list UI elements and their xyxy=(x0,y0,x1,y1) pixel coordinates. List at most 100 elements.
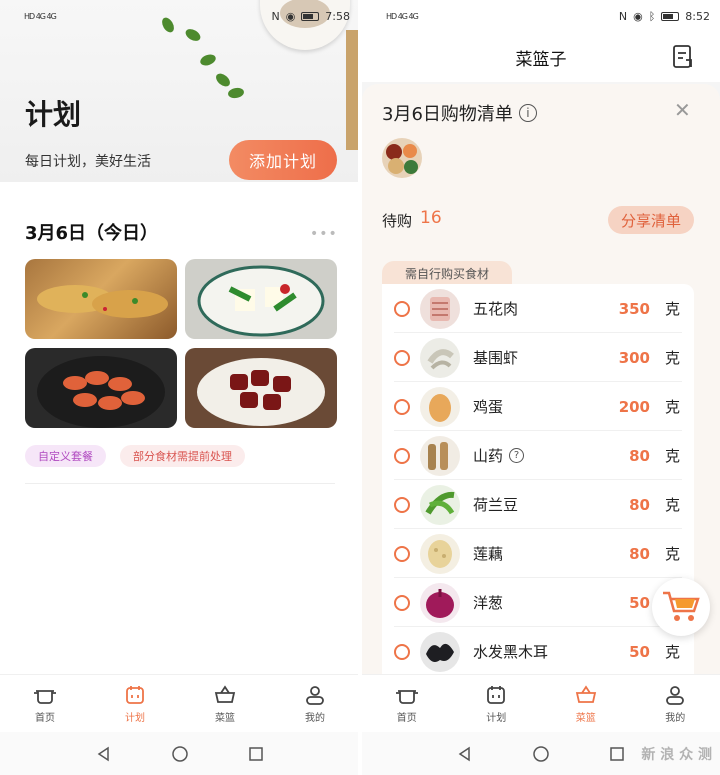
nav-label: 菜篮 xyxy=(215,713,235,724)
nav-label: 菜篮 xyxy=(575,713,596,724)
info-icon[interactable]: i xyxy=(518,104,537,122)
system-nav-bar xyxy=(0,732,360,775)
list-item[interactable]: 鸡蛋 200 克 xyxy=(382,382,694,431)
item-name: 基围虾 xyxy=(473,349,519,367)
more-dots-icon[interactable]: ••• xyxy=(310,226,338,242)
share-list-button[interactable]: 分享清单 xyxy=(608,206,694,234)
recents-icon[interactable] xyxy=(247,745,265,763)
item-name: 水发黑木耳 xyxy=(473,643,549,661)
nav-profile[interactable]: 我的 xyxy=(631,675,720,732)
nav-home[interactable]: 首页 xyxy=(0,675,90,732)
bluetooth-icon: ᛒ xyxy=(648,9,656,23)
recents-icon[interactable] xyxy=(608,745,626,763)
item-unit: 克 xyxy=(664,349,680,367)
shrimp-image xyxy=(420,337,460,378)
divider xyxy=(25,483,335,484)
item-unit: 克 xyxy=(664,496,680,514)
checkbox[interactable] xyxy=(394,447,410,464)
checkbox[interactable] xyxy=(394,496,410,513)
status-bar: HD 4G 4G N ◉ 7:58 xyxy=(0,0,360,32)
pot-icon xyxy=(34,690,56,704)
back-icon[interactable] xyxy=(95,745,113,763)
nav-home[interactable]: 首页 xyxy=(362,675,452,732)
item-unit: 克 xyxy=(664,545,680,563)
basket-icon xyxy=(214,685,236,703)
add-plan-button[interactable]: 添加计划 xyxy=(229,140,337,180)
watermark: 新 浪 众 测 xyxy=(641,747,712,763)
pork-belly-image xyxy=(420,288,460,329)
item-qty: 50 xyxy=(629,642,650,661)
list-item[interactable]: 山药? 80 克 xyxy=(382,431,694,480)
nav-basket[interactable]: 菜篮 xyxy=(180,675,270,732)
list-item[interactable]: 荷兰豆 80 克 xyxy=(382,480,694,529)
lotus-root-image xyxy=(420,533,460,574)
back-icon[interactable] xyxy=(456,745,474,763)
checkbox[interactable] xyxy=(394,398,410,415)
top-bar: 菜篮子 xyxy=(362,32,720,82)
checkbox[interactable] xyxy=(394,594,410,611)
nav-profile[interactable]: 我的 xyxy=(270,675,360,732)
page-title: 菜篮子 xyxy=(515,49,567,70)
bottom-nav: 首页 计划 菜篮 我的 xyxy=(362,674,720,732)
nav-label: 计划 xyxy=(486,713,507,724)
checkbox[interactable] xyxy=(394,643,410,660)
dish-image-vegetables[interactable] xyxy=(185,259,337,339)
list-item[interactable]: 基围虾 300 克 xyxy=(382,333,694,382)
help-icon[interactable]: ? xyxy=(509,448,525,463)
battery-icon xyxy=(301,11,320,21)
plan-screen: HD 4G 4G N ◉ 7:58 计划 每日计划，美好生活 添加计划 3月6日… xyxy=(0,0,360,775)
nav-plan[interactable]: 计划 xyxy=(90,675,180,732)
home-icon[interactable] xyxy=(532,745,550,763)
item-name: 荷兰豆 xyxy=(473,496,519,514)
checkbox[interactable] xyxy=(394,349,410,366)
item-qty: 200 xyxy=(618,397,650,416)
list-item[interactable]: 莲藕 80 克 xyxy=(382,529,694,578)
nav-basket[interactable]: 菜篮 xyxy=(541,675,631,732)
checkbox[interactable] xyxy=(394,545,410,562)
dish-image-fish[interactable] xyxy=(25,259,177,339)
item-qty: 80 xyxy=(629,544,650,563)
basket-icon xyxy=(575,685,596,703)
checkbox[interactable] xyxy=(394,300,410,317)
list-item[interactable]: 洋葱 50 克 xyxy=(382,578,694,627)
user-icon xyxy=(666,686,685,705)
signal-icons: HD 4G 4G xyxy=(24,11,57,21)
tag-prep-required: 部分食材需提前处理 xyxy=(120,445,245,467)
cart-button[interactable] xyxy=(652,578,710,636)
list-item[interactable]: 水发黑木耳 50 克 xyxy=(382,627,694,676)
item-name: 洋葱 xyxy=(473,594,504,612)
pending-label: 待购 xyxy=(382,212,413,230)
nav-label: 计划 xyxy=(125,713,145,724)
item-qty: 80 xyxy=(629,495,650,514)
list-title-text: 3月6日购物清单 xyxy=(382,104,513,125)
item-qty: 300 xyxy=(618,348,650,367)
black-fungus-image xyxy=(420,631,460,672)
shopping-list-icon[interactable] xyxy=(672,45,694,69)
nav-plan[interactable]: 计划 xyxy=(452,675,542,732)
close-icon[interactable]: ✕ xyxy=(674,98,691,122)
onion-image xyxy=(420,582,460,623)
status-time: 8:52 xyxy=(685,9,710,23)
item-qty: 50 xyxy=(629,593,650,612)
alarm-icon: ◉ xyxy=(633,9,643,23)
list-item[interactable]: 五花肉 350 克 xyxy=(382,284,694,333)
home-icon[interactable] xyxy=(171,745,189,763)
battery-icon xyxy=(661,11,680,21)
pending-count: 16 xyxy=(420,208,442,228)
cilantro-image xyxy=(227,86,245,100)
nav-label: 我的 xyxy=(305,713,325,724)
dish-image-shrimp[interactable] xyxy=(25,348,177,428)
item-name: 莲藕 xyxy=(473,545,504,563)
meal-thumbnail[interactable] xyxy=(382,138,422,178)
snow-peas-image xyxy=(420,484,460,525)
cilantro-image xyxy=(213,71,233,89)
shopping-cart-icon xyxy=(663,591,700,621)
item-unit: 克 xyxy=(664,398,680,416)
signal-icons: HD 4G 4G xyxy=(386,11,419,21)
user-icon xyxy=(306,686,324,705)
status-time: 7:58 xyxy=(325,9,350,23)
item-qty: 80 xyxy=(629,446,650,465)
dish-image-braised-pork[interactable] xyxy=(185,348,337,428)
yam-image xyxy=(420,435,460,476)
egg-image xyxy=(420,386,460,427)
